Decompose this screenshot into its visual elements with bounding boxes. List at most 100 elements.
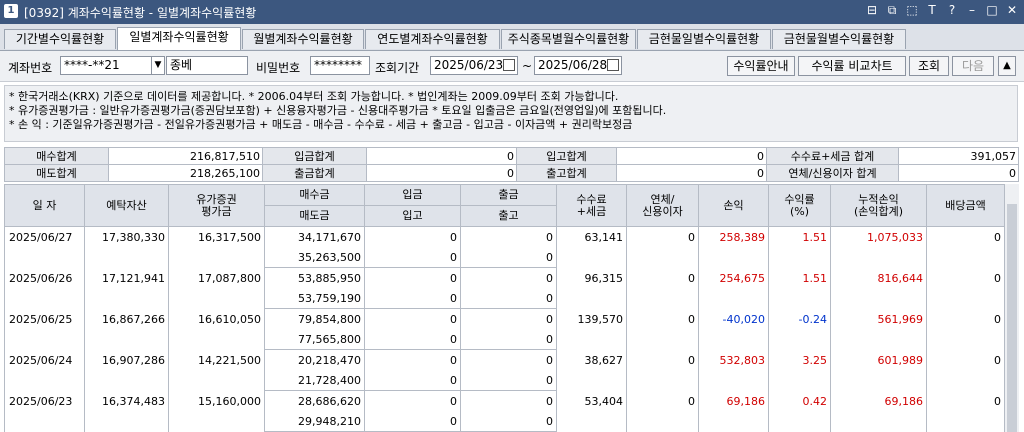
end-date-value: 2025/06/28 bbox=[538, 58, 608, 72]
account-number-field[interactable]: ****-**21 bbox=[60, 56, 152, 75]
cell-dividend: 0 bbox=[926, 308, 1005, 350]
tab-yearly-account-return[interactable]: 연도별계좌수익률현황 bbox=[365, 29, 500, 49]
col-header-deposit-asset[interactable]: 예탁자산 bbox=[84, 184, 169, 227]
table-row[interactable]: 2025/06/24 16,907,286 14,221,500 20,218,470… bbox=[4, 349, 1005, 391]
table-row[interactable]: 2025/06/23 16,374,483 15,160,000 28,686,620… bbox=[4, 390, 1005, 432]
password-label: 비밀번호 bbox=[256, 61, 301, 75]
col-header-securities-eval[interactable]: 유가증권 평가금 bbox=[168, 184, 265, 227]
cell-in: 0 bbox=[364, 411, 461, 432]
search-button[interactable]: 조회 bbox=[909, 56, 949, 76]
info-notes: * 한국거래소(KRX) 기준으로 데이터를 제공합니다. * 2006.04부… bbox=[4, 85, 1018, 142]
cell-sell: 29,948,210 bbox=[264, 411, 365, 432]
cell-fee-tax: 139,570 bbox=[556, 308, 627, 350]
calendar-icon[interactable] bbox=[503, 59, 515, 71]
buy-total-label: 매수합계 bbox=[4, 147, 109, 165]
table-row[interactable]: 2025/06/27 17,380,330 16,317,500 34,171,670… bbox=[4, 226, 1005, 268]
table-row[interactable]: 2025/06/26 17,121,941 17,087,800 53,885,950… bbox=[4, 267, 1005, 309]
col-header-pnl[interactable]: 손익 bbox=[698, 184, 769, 227]
cell-sell: 21,728,400 bbox=[264, 370, 365, 391]
table-row[interactable]: 2025/06/25 16,867,266 16,610,050 79,854,800… bbox=[4, 308, 1005, 350]
col-header-dividend[interactable]: 배당금액 bbox=[926, 184, 1005, 227]
col-header-buy[interactable]: 매수금 bbox=[264, 184, 365, 206]
col-header-overdue-interest[interactable]: 연체/신용이자 bbox=[626, 184, 699, 227]
help-icon[interactable]: ? bbox=[946, 3, 958, 18]
info-line: * 한국거래소(KRX) 기준으로 데이터를 제공합니다. * 2006.04부… bbox=[9, 90, 619, 103]
cell-cumulative-pnl: 601,989 bbox=[830, 349, 927, 391]
tab-daily-account-return[interactable]: 일별계좌수익률현황 bbox=[117, 27, 241, 50]
layout-icon[interactable]: ⊟ bbox=[866, 3, 878, 18]
tab-gold-monthly-return[interactable]: 금현물월별수익률현황 bbox=[772, 29, 906, 49]
font-icon[interactable]: T bbox=[926, 3, 938, 18]
cell-deposit-asset: 16,374,483 bbox=[84, 390, 169, 432]
cell-deposit-asset: 17,380,330 bbox=[84, 226, 169, 268]
cell-fee-tax: 38,627 bbox=[556, 349, 627, 391]
cell-return-rate: -0.24 bbox=[768, 308, 831, 350]
cell-deposit: 0 bbox=[364, 267, 461, 288]
cell-deposit: 0 bbox=[364, 390, 461, 411]
col-header-deposit[interactable]: 입금 bbox=[364, 184, 461, 206]
cell-fee-tax: 53,404 bbox=[556, 390, 627, 432]
cell-pnl: 258,389 bbox=[698, 226, 769, 268]
cell-securities-eval: 16,610,050 bbox=[168, 308, 265, 350]
return-compare-chart-button[interactable]: 수익률 비교차트 bbox=[798, 56, 906, 76]
deposit-total-value: 0 bbox=[366, 147, 517, 165]
vertical-scrollbar[interactable] bbox=[1004, 184, 1019, 432]
cell-in: 0 bbox=[364, 370, 461, 391]
scrollbar-thumb[interactable] bbox=[1007, 204, 1017, 432]
cell-out: 0 bbox=[460, 370, 557, 391]
tab-period-return[interactable]: 기간별수익률현황 bbox=[4, 29, 116, 49]
period-tilde: ~ bbox=[522, 59, 533, 73]
window-controls: ⊟ ⧉ ⬚ T ? – □ ✕ bbox=[866, 3, 1018, 18]
account-type-field[interactable]: 종베 bbox=[166, 56, 248, 75]
calendar-icon[interactable] bbox=[607, 59, 619, 71]
password-field[interactable]: ******** bbox=[310, 56, 370, 75]
col-header-date[interactable]: 일 자 bbox=[4, 184, 85, 227]
cell-pnl: 254,675 bbox=[698, 267, 769, 309]
cell-date: 2025/06/24 bbox=[4, 349, 85, 391]
buy-total-value: 216,817,510 bbox=[108, 147, 263, 165]
col-header-out[interactable]: 출고 bbox=[460, 205, 557, 227]
col-header-return-rate[interactable]: 수익률 (%) bbox=[768, 184, 831, 227]
cell-return-rate: 3.25 bbox=[768, 349, 831, 391]
minimize-icon[interactable]: – bbox=[966, 3, 978, 18]
start-date-field[interactable]: 2025/06/23 bbox=[430, 56, 518, 75]
cell-out: 0 bbox=[460, 247, 557, 268]
cell-date: 2025/06/26 bbox=[4, 267, 85, 309]
col-header-sell[interactable]: 매도금 bbox=[264, 205, 365, 227]
collapse-up-icon[interactable]: ▲ bbox=[998, 56, 1016, 76]
cell-return-rate: 1.51 bbox=[768, 267, 831, 309]
window-number-badge[interactable]: 1 bbox=[4, 4, 18, 18]
withdraw-total-label: 출금합계 bbox=[262, 164, 367, 182]
tab-monthly-account-return[interactable]: 월별계좌수익률현황 bbox=[242, 29, 364, 49]
in-total-label: 입고합계 bbox=[516, 147, 617, 165]
maximize-icon[interactable]: □ bbox=[986, 3, 998, 18]
tab-stock-monthly-return[interactable]: 주식종목별월수익률현황 bbox=[501, 29, 636, 49]
cell-in: 0 bbox=[364, 288, 461, 309]
cell-dividend: 0 bbox=[926, 226, 1005, 268]
cell-dividend: 0 bbox=[926, 390, 1005, 432]
cell-overdue: 0 bbox=[626, 226, 699, 268]
tab-gold-daily-return[interactable]: 금현물일별수익률현황 bbox=[637, 29, 771, 49]
col-header-withdraw[interactable]: 출금 bbox=[460, 184, 557, 206]
return-guide-button[interactable]: 수익률안내 bbox=[727, 56, 795, 76]
col-header-cumulative-pnl[interactable]: 누적손익 (손익합계) bbox=[830, 184, 927, 227]
sell-total-value: 218,265,100 bbox=[108, 164, 263, 182]
fee-tax-total-label: 수수료+세금 합계 bbox=[766, 147, 899, 165]
copy-window-icon[interactable]: ⧉ bbox=[886, 3, 898, 18]
cell-deposit-asset: 16,907,286 bbox=[84, 349, 169, 391]
next-button[interactable]: 다음 bbox=[952, 56, 994, 76]
cell-sell: 35,263,500 bbox=[264, 247, 365, 268]
withdraw-total-value: 0 bbox=[366, 164, 517, 182]
tab-bar: 기간별수익률현황 일별계좌수익률현황 월별계좌수익률현황 연도별계좌수익률현황 … bbox=[0, 24, 1024, 51]
title-bar: 1 [0392] 계좌수익률현황 - 일별계좌수익률현황 ⊟ ⧉ ⬚ T ? –… bbox=[0, 0, 1024, 24]
close-icon[interactable]: ✕ bbox=[1006, 3, 1018, 18]
daily-return-grid[interactable]: 일 자 예탁자산 유가증권 평가금 매수금 입금 출금 수수료 +세금 연체/신용이… bbox=[4, 184, 1005, 432]
cell-withdraw: 0 bbox=[460, 308, 557, 329]
account-dropdown-icon[interactable]: ▼ bbox=[151, 56, 165, 75]
col-header-in[interactable]: 입고 bbox=[364, 205, 461, 227]
col-header-fee-tax[interactable]: 수수료 +세금 bbox=[556, 184, 627, 227]
cell-withdraw: 0 bbox=[460, 349, 557, 370]
end-date-field[interactable]: 2025/06/28 bbox=[534, 56, 622, 75]
pin-icon[interactable]: ⬚ bbox=[906, 3, 918, 18]
cell-date: 2025/06/25 bbox=[4, 308, 85, 350]
